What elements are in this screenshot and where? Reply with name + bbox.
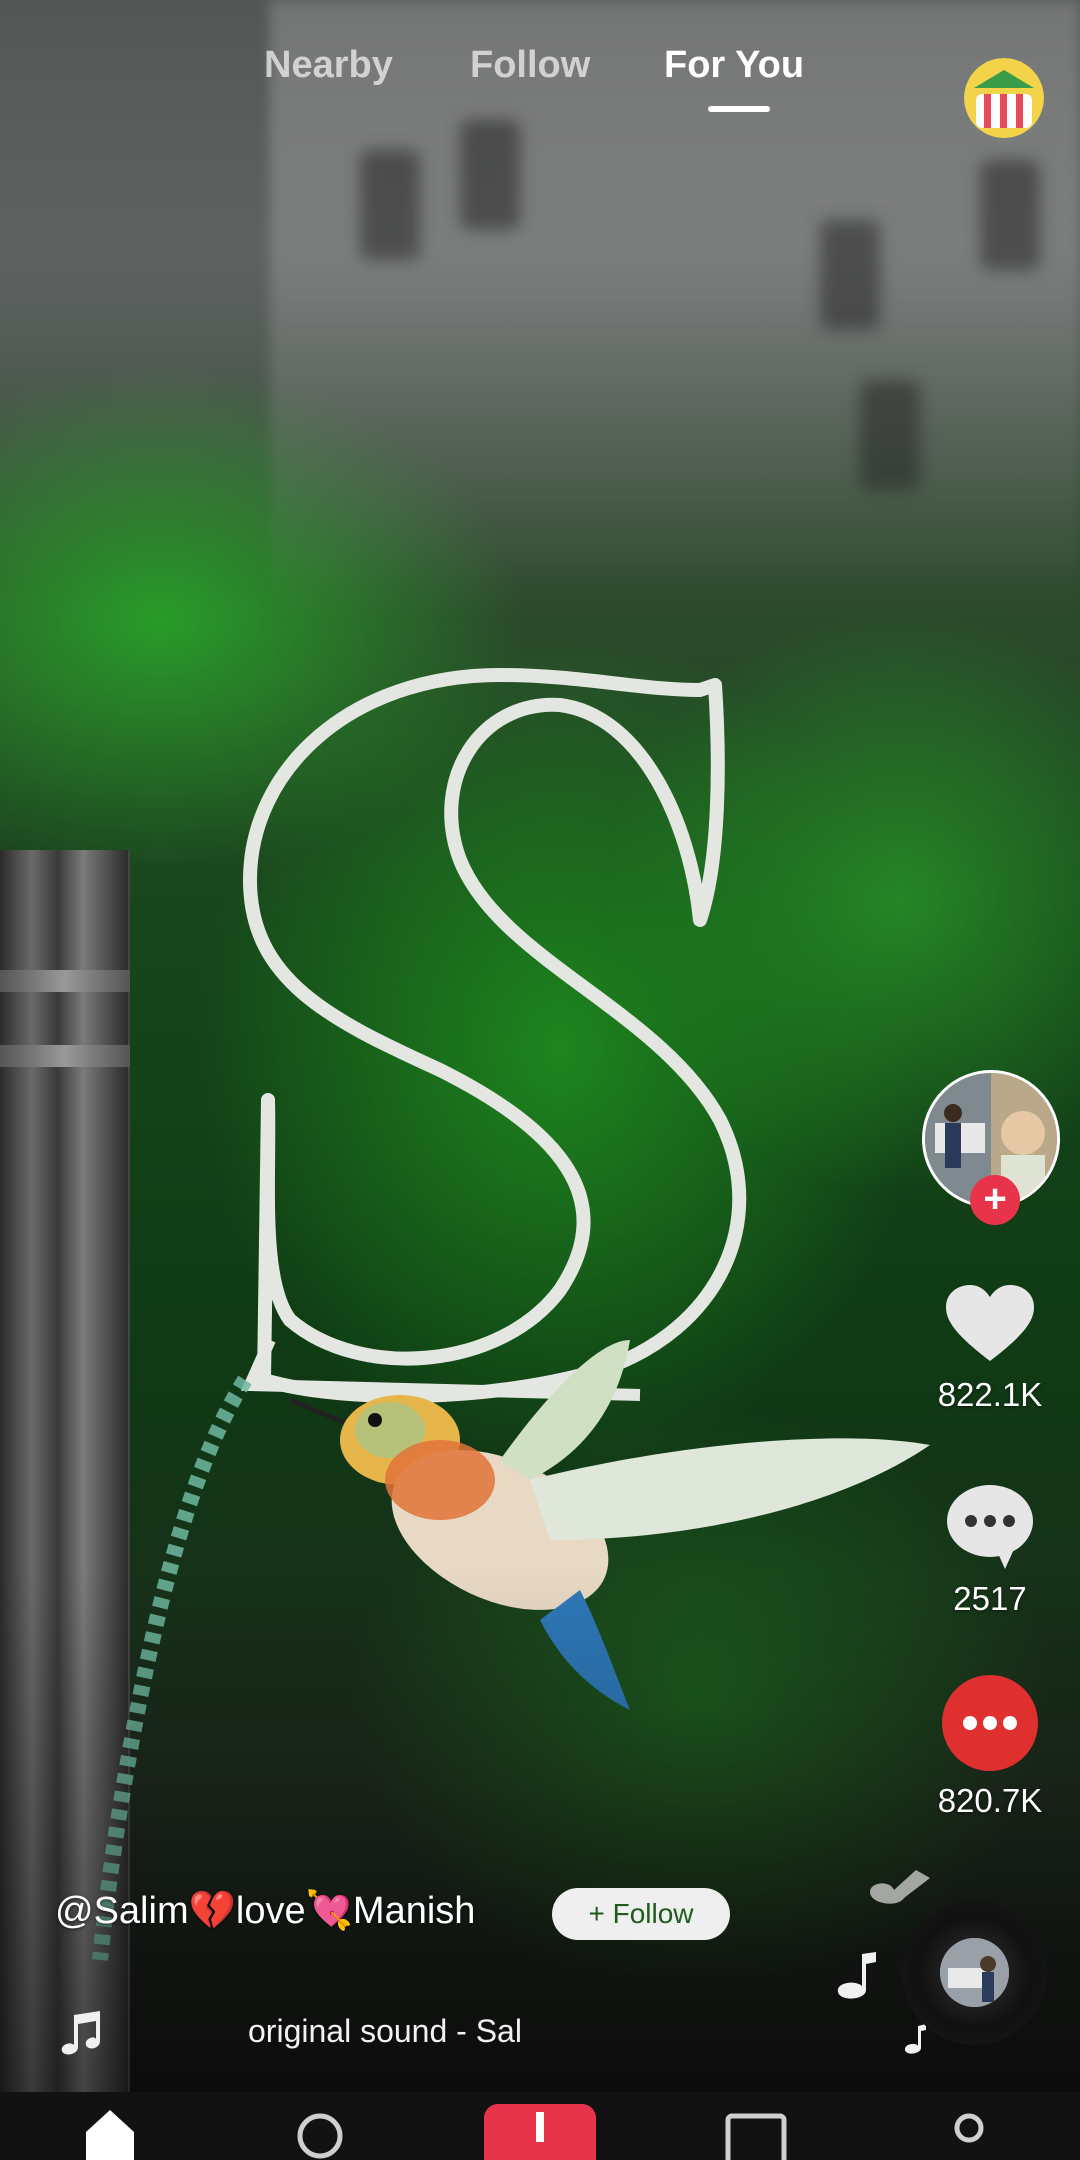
- tab-nearby[interactable]: Nearby: [264, 44, 393, 87]
- home-icon: [86, 2110, 134, 2160]
- like-count: 822.1K: [937, 1376, 1043, 1413]
- nav-search[interactable]: [290, 2092, 350, 2160]
- music-disc[interactable]: [902, 1900, 1047, 2045]
- inbox-icon: [725, 2113, 787, 2160]
- sound-title: original sound - Sal: [248, 2013, 522, 2049]
- sound-info[interactable]: original sound - Sal: [60, 2005, 620, 2055]
- comment-button[interactable]: 2517: [900, 1485, 1080, 1618]
- floating-music-note-icon: [870, 1870, 930, 1904]
- music-note-icon: [61, 2011, 100, 2055]
- comment-bubble-icon: [947, 1485, 1033, 1569]
- more-share-icon: [942, 1675, 1038, 1771]
- bottom-nav-bar: [0, 2092, 1080, 2160]
- heart-icon: [946, 1285, 1034, 1361]
- follow-creator-plus-icon[interactable]: +: [970, 1175, 1020, 1225]
- tab-follow[interactable]: Follow: [470, 44, 590, 87]
- comment-count: 2517: [953, 1580, 1027, 1617]
- tab-for-you[interactable]: For You: [664, 44, 804, 87]
- nav-create[interactable]: [484, 2092, 596, 2160]
- follow-button[interactable]: + Follow: [552, 1888, 730, 1940]
- nav-profile[interactable]: [944, 2092, 994, 2160]
- search-icon: [297, 2113, 343, 2159]
- floating-music-note-icon: [837, 1952, 876, 1999]
- nav-inbox[interactable]: [724, 2092, 788, 2160]
- like-button[interactable]: 822.1K: [900, 1285, 1080, 1414]
- music-disc-cover: [940, 1938, 1009, 2007]
- profile-icon: [954, 2113, 984, 2143]
- nav-home[interactable]: [80, 2092, 140, 2160]
- share-count: 820.7K: [937, 1782, 1043, 1819]
- share-button[interactable]: 820.7K: [900, 1675, 1080, 1820]
- active-tab-indicator: [708, 106, 770, 112]
- create-icon: [484, 2104, 596, 2160]
- creator-username[interactable]: @Salim💔love💘Manish: [55, 1889, 475, 1933]
- top-tab-bar: Nearby Follow For You: [0, 36, 1080, 138]
- profile-avatar-icon[interactable]: [964, 58, 1044, 138]
